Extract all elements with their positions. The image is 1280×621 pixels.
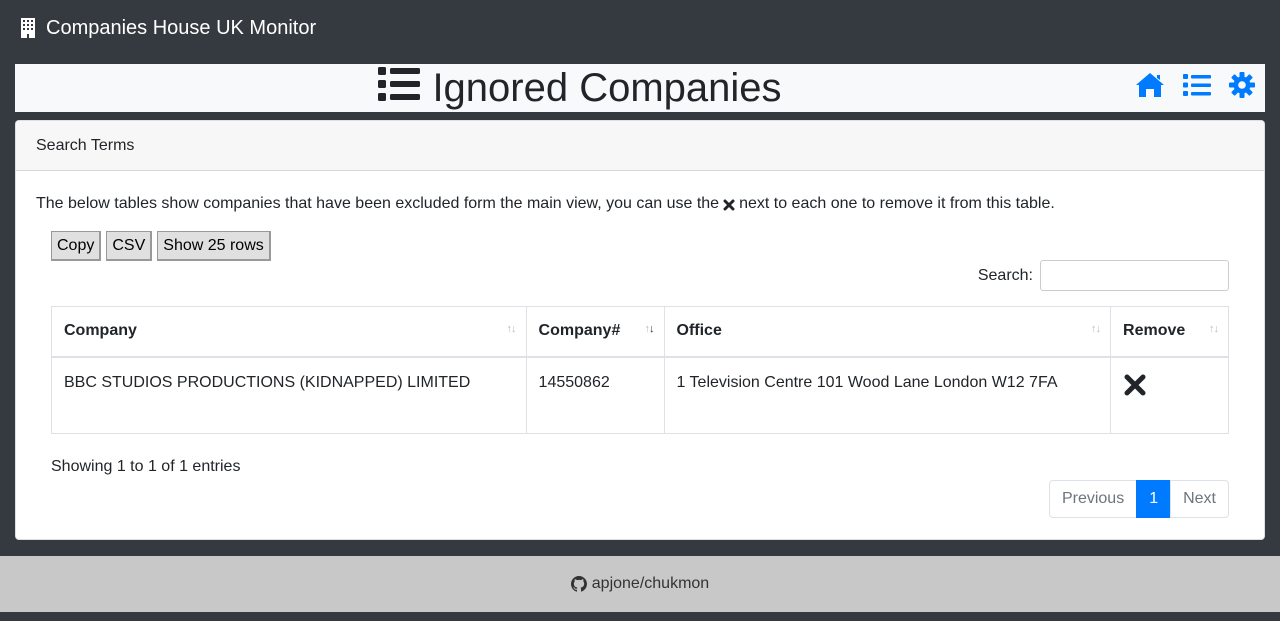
close-icon: [1124, 374, 1146, 395]
pagination: Previous 1 Next: [1048, 480, 1229, 518]
sort-icon: ↑↓: [1209, 323, 1219, 335]
search-input[interactable]: [1040, 260, 1229, 291]
home-icon[interactable]: [1135, 72, 1165, 103]
gear-icon[interactable]: [1229, 72, 1255, 103]
previous-page-button[interactable]: Previous: [1048, 480, 1138, 518]
list-icon: [378, 66, 421, 111]
copy-button[interactable]: Copy: [51, 231, 102, 261]
table-row: BBC STUDIOS PRODUCTIONS (KIDNAPPED) LIMI…: [51, 356, 1229, 434]
remove-button[interactable]: [1123, 373, 1147, 397]
page-header: Ignored Companies: [15, 64, 1265, 112]
next-page-button[interactable]: Next: [1170, 480, 1229, 518]
column-header-office[interactable]: Office ↑↓: [663, 306, 1112, 358]
app-title[interactable]: Companies House UK Monitor: [46, 17, 316, 40]
intro-text-before: The below tables show companies that hav…: [36, 195, 720, 212]
table-header-row: Company ↑↓ Company# ↑↓ Office ↑↓ Remove …: [51, 306, 1229, 358]
sort-icon: ↑↓: [644, 323, 655, 335]
search-terms-card: Search Terms The below tables show compa…: [15, 120, 1265, 540]
sort-icon: ↑↓: [1091, 323, 1101, 335]
ignored-companies-table: Company ↑↓ Company# ↑↓ Office ↑↓ Remove …: [51, 306, 1229, 434]
page-length-button[interactable]: Show 25 rows: [157, 231, 271, 261]
page-title: Ignored Companies: [432, 65, 782, 110]
company-name-cell: BBC STUDIOS PRODUCTIONS (KIDNAPPED) LIMI…: [51, 356, 527, 434]
repo-link[interactable]: apjone/chukmon: [592, 575, 709, 593]
remove-cell: [1110, 356, 1229, 434]
card-header: Search Terms: [16, 121, 1264, 171]
close-icon: [723, 198, 735, 211]
footer: apjone/chukmon: [0, 556, 1280, 612]
github-icon: [570, 576, 587, 592]
list-icon[interactable]: [1183, 73, 1211, 102]
search-label: Search:: [977, 266, 1033, 284]
table-search: Search:: [978, 260, 1229, 291]
sort-icon: ↑↓: [506, 323, 517, 335]
company-number-cell: 14550862: [525, 356, 665, 434]
page-1-button[interactable]: 1: [1136, 480, 1172, 518]
table-toolbar: Copy CSV Show 25 rows: [51, 231, 271, 261]
csv-button[interactable]: CSV: [106, 231, 153, 261]
table-info: Showing 1 to 1 of 1 entries: [51, 458, 241, 475]
page-title-group: Ignored Companies: [378, 65, 782, 111]
intro-text: The below tables show companies that hav…: [36, 195, 1244, 213]
building-icon: [20, 18, 36, 38]
column-header-remove[interactable]: Remove ↑↓: [1110, 306, 1229, 358]
office-cell: 1 Television Centre 101 Wood Lane London…: [663, 356, 1112, 434]
header-actions: [1135, 72, 1255, 103]
column-header-company[interactable]: Company ↑↓: [51, 306, 527, 358]
column-header-company-number[interactable]: Company# ↑↓: [525, 306, 665, 358]
navbar: Companies House UK Monitor: [0, 0, 1280, 56]
intro-text-after: next to each one to remove it from this …: [739, 195, 1055, 212]
card-body: The below tables show companies that hav…: [16, 171, 1264, 213]
